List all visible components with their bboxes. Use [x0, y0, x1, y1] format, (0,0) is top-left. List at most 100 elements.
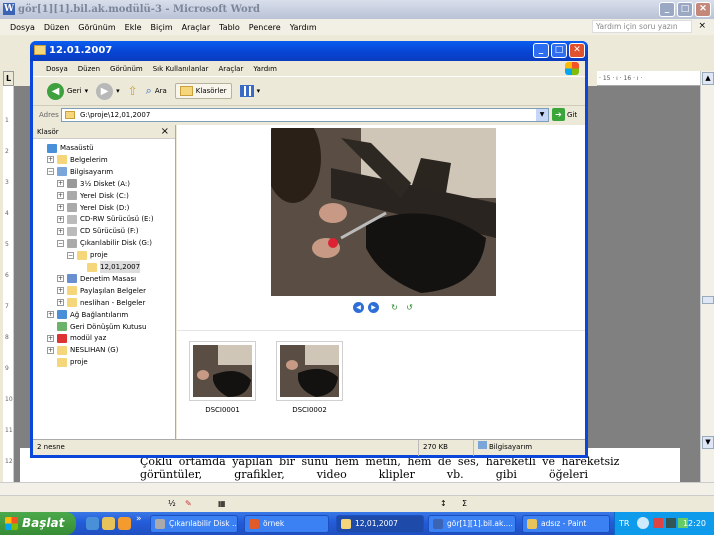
- folder-tree-item[interactable]: + neslihan - Belgeler: [57, 297, 145, 309]
- chevron-down-icon[interactable]: ▾: [257, 87, 261, 95]
- menu-gorunum[interactable]: Görünüm: [110, 65, 143, 73]
- expand-icon[interactable]: +: [57, 180, 64, 188]
- menu-bicim[interactable]: Biçim: [151, 23, 173, 32]
- menu-sik-kullanilanlar[interactable]: Sık Kullanılanlar: [153, 65, 209, 73]
- folder-tree-item[interactable]: proje: [47, 356, 88, 368]
- expand-icon[interactable]: +: [47, 311, 54, 319]
- scroll-up-icon[interactable]: ▲: [702, 72, 714, 85]
- menu-duzen[interactable]: Düzen: [44, 23, 69, 32]
- folder-tree-item[interactable]: + NESLIHAN (G): [47, 344, 118, 356]
- thumbnail[interactable]: [189, 341, 256, 401]
- expand-icon[interactable]: +: [47, 334, 54, 342]
- chevron-down-icon[interactable]: ▾: [85, 87, 89, 95]
- folder-tree-item[interactable]: − Çıkarılabilir Disk (G:): [57, 237, 152, 249]
- scroll-thumb[interactable]: [702, 296, 714, 304]
- chevron-right-icon[interactable]: »: [136, 514, 142, 524]
- help-search-input[interactable]: Yardım için soru yazın: [592, 20, 692, 33]
- taskbar-button[interactable]: adsız - Paint: [522, 515, 610, 533]
- maximize-icon[interactable]: □: [551, 43, 567, 58]
- folder-tree-item[interactable]: + Ağ Bağlantılarım: [47, 309, 128, 321]
- antivirus-icon[interactable]: [653, 518, 663, 528]
- expand-icon[interactable]: +: [57, 192, 64, 200]
- border-icon[interactable]: ▦: [218, 499, 226, 510]
- previous-image-icon[interactable]: ◀: [353, 302, 364, 313]
- folder-tree-item[interactable]: + CD Sürücüsü (F:): [57, 225, 139, 237]
- menu-yardim[interactable]: Yardım: [253, 65, 277, 73]
- taskbar-button[interactable]: Çıkarılabilir Disk ...: [150, 515, 238, 533]
- search-button[interactable]: ⌕ Ara: [146, 84, 167, 98]
- rotate-clockwise-icon[interactable]: ↻: [389, 303, 400, 312]
- folder-tree-item[interactable]: + Belgelerim: [47, 154, 108, 166]
- expand-icon[interactable]: +: [57, 287, 64, 295]
- tab-selector[interactable]: L: [3, 71, 14, 86]
- start-button[interactable]: Başlat: [0, 512, 76, 535]
- vertical-scrollbar[interactable]: ▲ ▼: [700, 71, 714, 482]
- internet-explorer-icon[interactable]: [86, 517, 99, 530]
- pen-icon[interactable]: ✎: [185, 499, 192, 510]
- back-button[interactable]: ◀ Geri ▾: [47, 82, 89, 100]
- horizontal-scrollbar[interactable]: [0, 482, 714, 495]
- taskbar-button[interactable]: örnek: [244, 515, 329, 533]
- menu-araclar[interactable]: Araçlar: [218, 65, 243, 73]
- folder-tree-item[interactable]: + Yerel Disk (C:): [57, 190, 129, 202]
- folder-tree-item[interactable]: +3½ Disket (A:): [57, 178, 130, 190]
- up-folder-button[interactable]: ⇧: [128, 84, 138, 98]
- expand-tray-icon[interactable]: [637, 517, 649, 529]
- close-icon[interactable]: ×: [698, 21, 706, 31]
- expand-icon[interactable]: +: [57, 275, 64, 283]
- expand-icon[interactable]: +: [57, 299, 64, 307]
- taskbar-button[interactable]: 12,01,2007: [336, 515, 424, 533]
- close-icon[interactable]: ×: [161, 125, 169, 139]
- folders-button[interactable]: Klasörler: [174, 83, 232, 99]
- go-button[interactable]: ➔ Git: [552, 108, 577, 121]
- folder-tree-item[interactable]: − proje: [67, 249, 108, 261]
- folder-tree-item[interactable]: + CD-RW Sürücüsü (E:): [57, 213, 154, 225]
- thumbnail[interactable]: [276, 341, 343, 401]
- folder-tree-item[interactable]: − Bilgisayarım: [47, 166, 113, 178]
- close-icon[interactable]: ✕: [569, 43, 585, 58]
- chevron-down-icon[interactable]: ▾: [116, 87, 120, 95]
- expand-icon[interactable]: +: [57, 227, 64, 235]
- menu-araclar[interactable]: Araçlar: [182, 23, 210, 32]
- expand-icon[interactable]: +: [57, 215, 64, 223]
- media-icon[interactable]: [118, 517, 131, 530]
- sort-icon[interactable]: ↕: [440, 499, 447, 510]
- close-icon[interactable]: ✕: [695, 2, 711, 17]
- taskbar-button[interactable]: gör[1][1].bil.ak....: [428, 515, 516, 533]
- menu-dosya[interactable]: Dosya: [10, 23, 35, 32]
- menu-gorunum[interactable]: Görünüm: [78, 23, 115, 32]
- menu-ekle[interactable]: Ekle: [125, 23, 142, 32]
- rotate-counterclockwise-icon[interactable]: ↺: [404, 303, 415, 312]
- network-icon[interactable]: [666, 518, 676, 528]
- folder-tree-item[interactable]: 12,01,2007: [77, 261, 141, 273]
- collapse-icon[interactable]: −: [67, 251, 74, 259]
- folder-tree-item[interactable]: Geri Dönüşüm Kutusu: [47, 321, 146, 333]
- menu-tablo[interactable]: Tablo: [219, 23, 240, 32]
- folder-tree-item[interactable]: + modül yaz: [47, 332, 106, 344]
- forward-button[interactable]: ▶ ▾: [96, 82, 120, 100]
- expand-icon[interactable]: +: [57, 204, 64, 211]
- address-input[interactable]: G:\proje\12,01,2007 ▼: [61, 108, 549, 122]
- expand-icon[interactable]: +: [47, 156, 54, 164]
- menu-dosya[interactable]: Dosya: [46, 65, 68, 73]
- menu-yardim[interactable]: Yardım: [290, 23, 317, 32]
- minimize-icon[interactable]: _: [659, 2, 675, 17]
- outlook-icon[interactable]: [102, 517, 115, 530]
- folder-tree-item[interactable]: + Denetim Masası: [57, 273, 136, 285]
- next-image-icon[interactable]: ▶: [368, 302, 379, 313]
- folder-tree-item[interactable]: + Paylaşılan Belgeler: [57, 285, 146, 297]
- collapse-icon[interactable]: −: [47, 168, 54, 176]
- expand-icon[interactable]: +: [47, 346, 54, 354]
- maximize-icon[interactable]: □: [677, 2, 693, 17]
- chevron-down-icon[interactable]: ▼: [536, 109, 548, 121]
- minimize-icon[interactable]: _: [533, 43, 549, 58]
- views-button[interactable]: ▾: [239, 85, 261, 97]
- menu-pencere[interactable]: Pencere: [249, 23, 281, 32]
- explorer-title-bar[interactable]: 12.01.2007 _ □ ✕: [30, 41, 588, 61]
- menu-duzen[interactable]: Düzen: [78, 65, 100, 73]
- collapse-icon[interactable]: −: [57, 239, 64, 247]
- language-indicator[interactable]: TR: [619, 512, 629, 535]
- clock[interactable]: 12:20: [683, 512, 706, 535]
- folder-tree-item[interactable]: Masaüstü: [37, 142, 94, 154]
- folder-tree-item[interactable]: + Yerel Disk (D:): [57, 202, 129, 214]
